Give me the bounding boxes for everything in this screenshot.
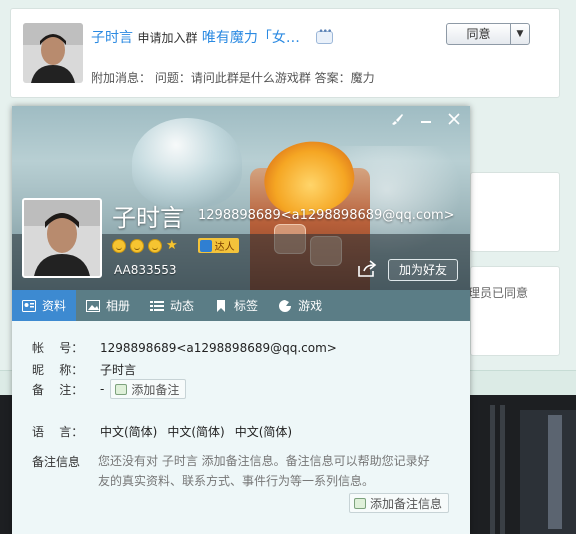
add-note-info-label: 添加备注信息 [370, 496, 443, 511]
background-notice-card [470, 172, 560, 252]
profile-tabs: 资料 相册 动态 标签 游戏 [12, 290, 470, 321]
remark-row: 备 注： - 添加备注 [32, 379, 187, 399]
agree-button[interactable]: 同意 [447, 24, 511, 44]
tab-label: 动态 [170, 299, 195, 313]
note-icon [115, 383, 128, 395]
tab-games[interactable]: 游戏 [268, 290, 332, 321]
account-label: 帐 号： [32, 341, 84, 355]
divider [490, 405, 495, 534]
language-value: 中文(简体) [100, 425, 158, 439]
profile-cover: 子时言 1298898689<a1298898689@qq.com> ★ 达人 … [12, 106, 470, 290]
cover-glass-decoration [132, 118, 242, 208]
nickname-label: 昵 称： [32, 363, 84, 377]
photo-album-icon [86, 299, 101, 312]
request-action-text: 申请加入群 [137, 31, 198, 45]
profile-account: AA833553 [114, 263, 177, 277]
profile-card-popup: 子时言 1298898689<a1298898689@qq.com> ★ 达人 … [12, 106, 470, 534]
requester-avatar[interactable] [23, 23, 83, 83]
background-scrollbar [548, 415, 562, 529]
skin-brush-icon[interactable] [390, 112, 404, 131]
close-icon[interactable] [448, 112, 460, 131]
daren-badge[interactable]: 达人 [197, 238, 239, 253]
profile-level-icons: ★ 达人 [112, 238, 239, 253]
game-icon [278, 299, 292, 312]
language-value: 中文(简体) [167, 425, 225, 439]
chat-bubble-icon[interactable] [316, 27, 334, 44]
level-star-icon[interactable]: ★ [166, 238, 178, 253]
divider [500, 405, 505, 534]
extra-message: 附加消息： 问题：请问此群是什么游戏群 答案：魔力 [91, 71, 375, 85]
daren-badge-label: 达人 [214, 242, 235, 253]
account-row: 帐 号： 1298898689<a1298898689@qq.com> [32, 339, 337, 356]
profile-card-icon [22, 299, 36, 312]
add-remark-label: 添加备注 [131, 382, 180, 397]
qq-badge-icon [199, 239, 212, 252]
language-value: 中文(简体) [234, 425, 293, 439]
tab-profile[interactable]: 资料 [12, 290, 77, 321]
background-notice-card [470, 266, 560, 356]
note-info-label: 备注信息 [32, 455, 81, 469]
tab-feed[interactable]: 动态 [140, 290, 204, 321]
profile-details: 帐 号： 1298898689<a1298898689@qq.com> 昵 称：… [12, 321, 470, 534]
tab-label: 资料 [42, 299, 67, 313]
tab-tags[interactable]: 标签 [204, 290, 268, 321]
note-icon [354, 497, 366, 509]
request-summary: 子时言 申请加入群 唯有魔力「女… [91, 27, 334, 47]
tab-label: 游戏 [298, 299, 323, 313]
tab-album[interactable]: 相册 [76, 290, 140, 321]
share-icon[interactable] [357, 260, 377, 278]
bookmark-icon [214, 299, 228, 312]
nickname-row: 昵 称： 子时言 [32, 361, 136, 378]
language-label: 语 言： [32, 425, 84, 439]
note-info-description: 您还没有对 子时言 添加备注信息。备注信息可以帮助您记录好友的真实资料、联系方式… [98, 454, 430, 488]
profile-name: 子时言 [112, 204, 184, 232]
account-value: 1298898689<a1298898689@qq.com> [100, 340, 337, 355]
requester-name-link[interactable]: 子时言 [91, 30, 133, 46]
group-name-link[interactable]: 唯有魔力「女… [202, 30, 300, 46]
level-smiley-icon[interactable] [148, 238, 162, 253]
background-status-text: 理员已同意 [468, 286, 529, 300]
add-note-info-button[interactable]: 添加备注信息 [349, 493, 450, 513]
remark-value: - [100, 382, 105, 396]
level-smiley-icon[interactable] [130, 238, 144, 253]
profile-qq-email: 1298898689<a1298898689@qq.com> [198, 208, 455, 223]
tab-label: 标签 [234, 299, 259, 313]
agree-split-button[interactable]: 同意 ▼ [446, 23, 530, 45]
join-request-card: 子时言 申请加入群 唯有魔力「女… 附加消息： 问题：请问此群是什么游戏群 答案… [10, 8, 560, 98]
add-friend-button[interactable]: 加为好友 [388, 259, 458, 281]
tab-label: 相册 [106, 299, 131, 313]
profile-avatar[interactable] [22, 198, 102, 278]
chevron-down-icon[interactable]: ▼ [511, 24, 529, 44]
nickname-value: 子时言 [100, 363, 137, 377]
level-smiley-icon[interactable] [112, 238, 126, 253]
feed-list-icon [150, 300, 165, 312]
remark-label: 备 注： [32, 382, 84, 397]
add-remark-button[interactable]: 添加备注 [110, 379, 187, 399]
language-row: 语 言： 中文(简体) 中文(简体) 中文(简体) [32, 423, 292, 440]
minimize-icon[interactable] [420, 112, 432, 131]
